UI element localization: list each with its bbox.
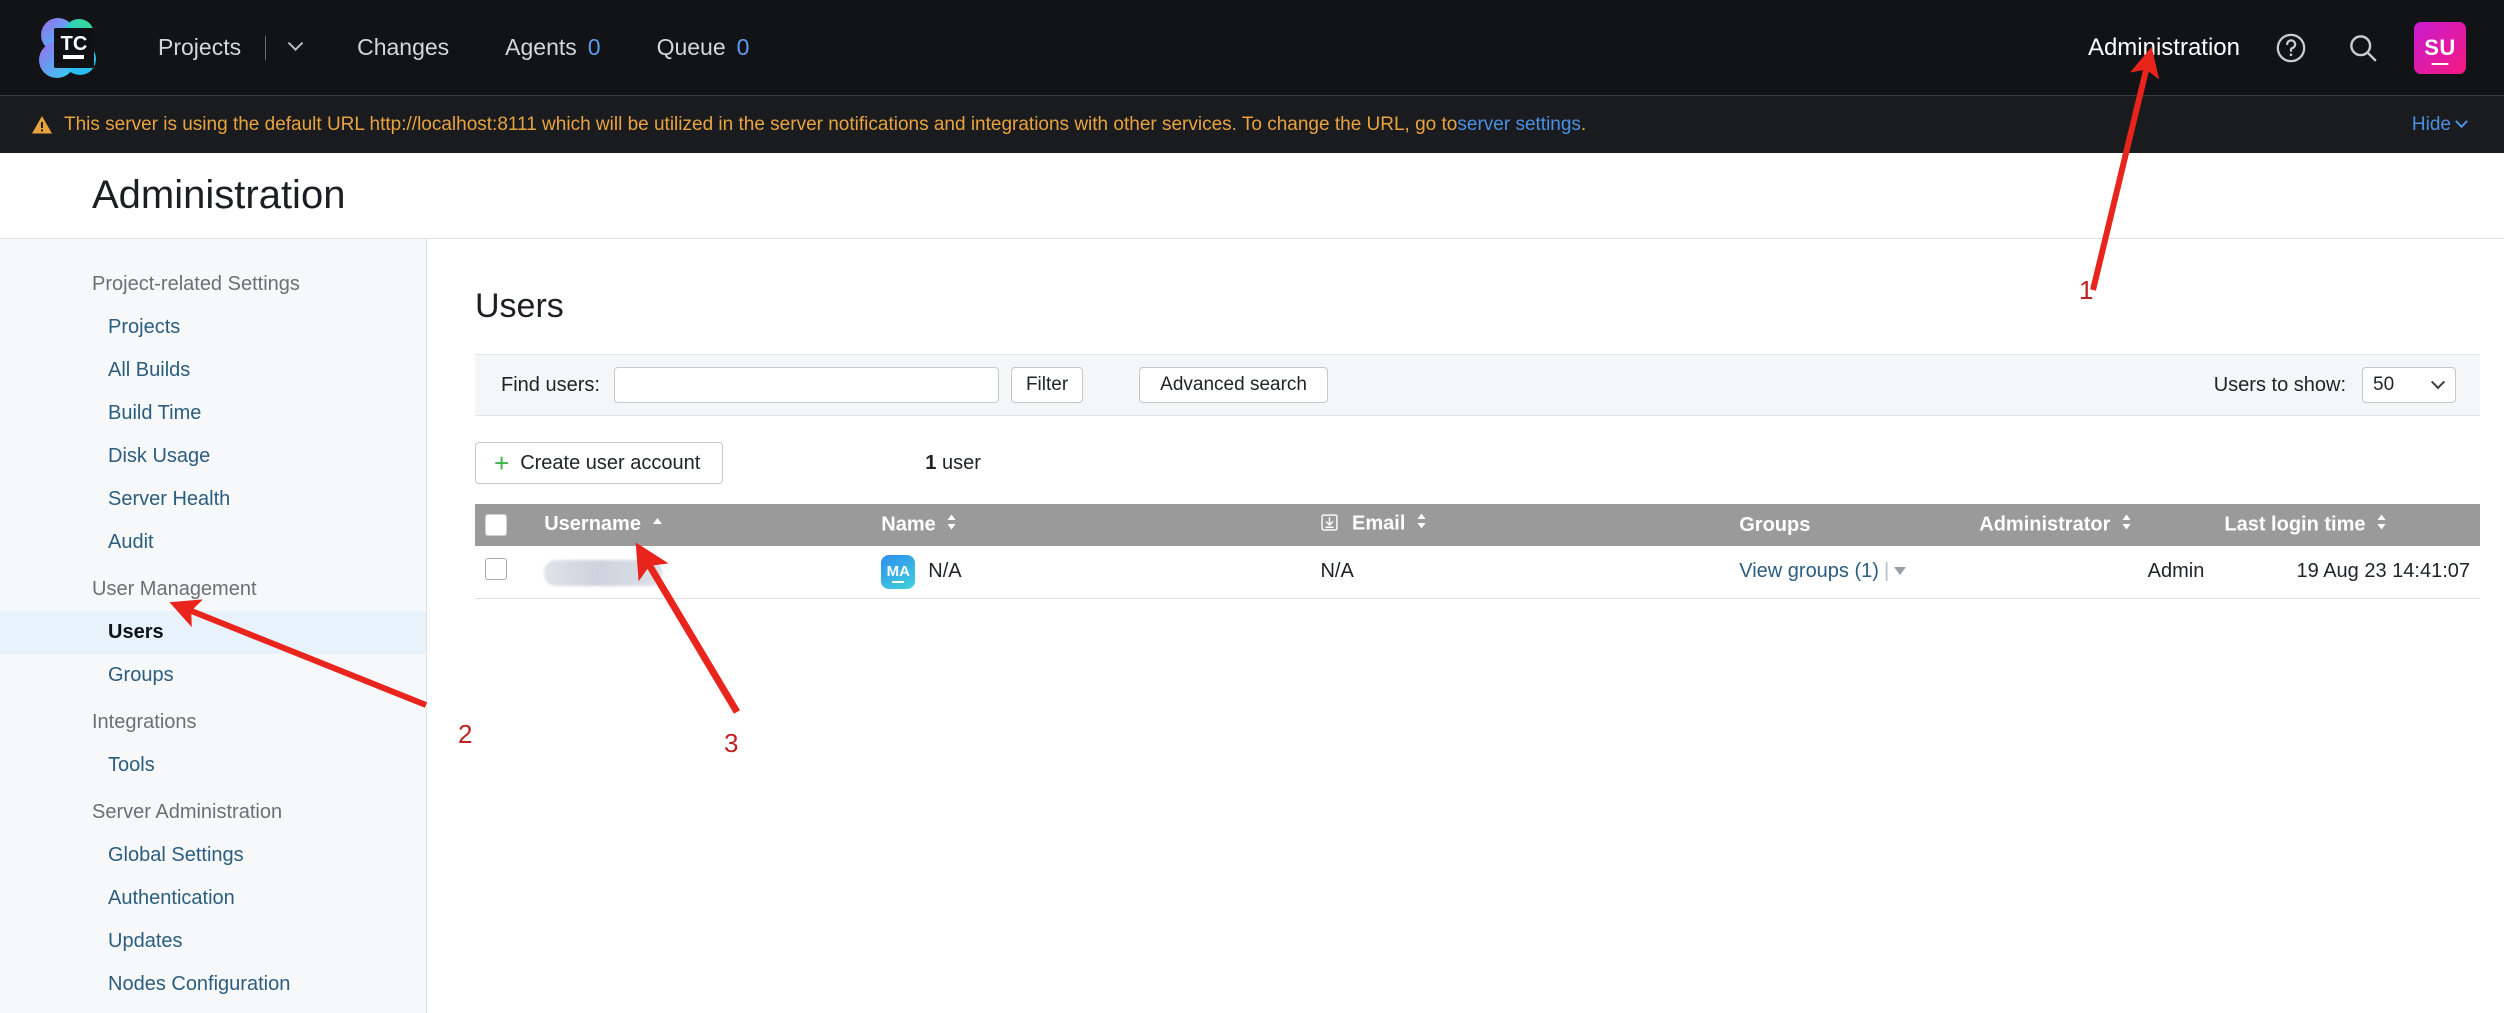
annotation-overlay bbox=[169, 46, 2160, 714]
annotation-arrow-1 bbox=[2090, 46, 2160, 291]
annotation-arrow-2 bbox=[169, 599, 428, 708]
annotation-arrow-3 bbox=[635, 542, 741, 714]
